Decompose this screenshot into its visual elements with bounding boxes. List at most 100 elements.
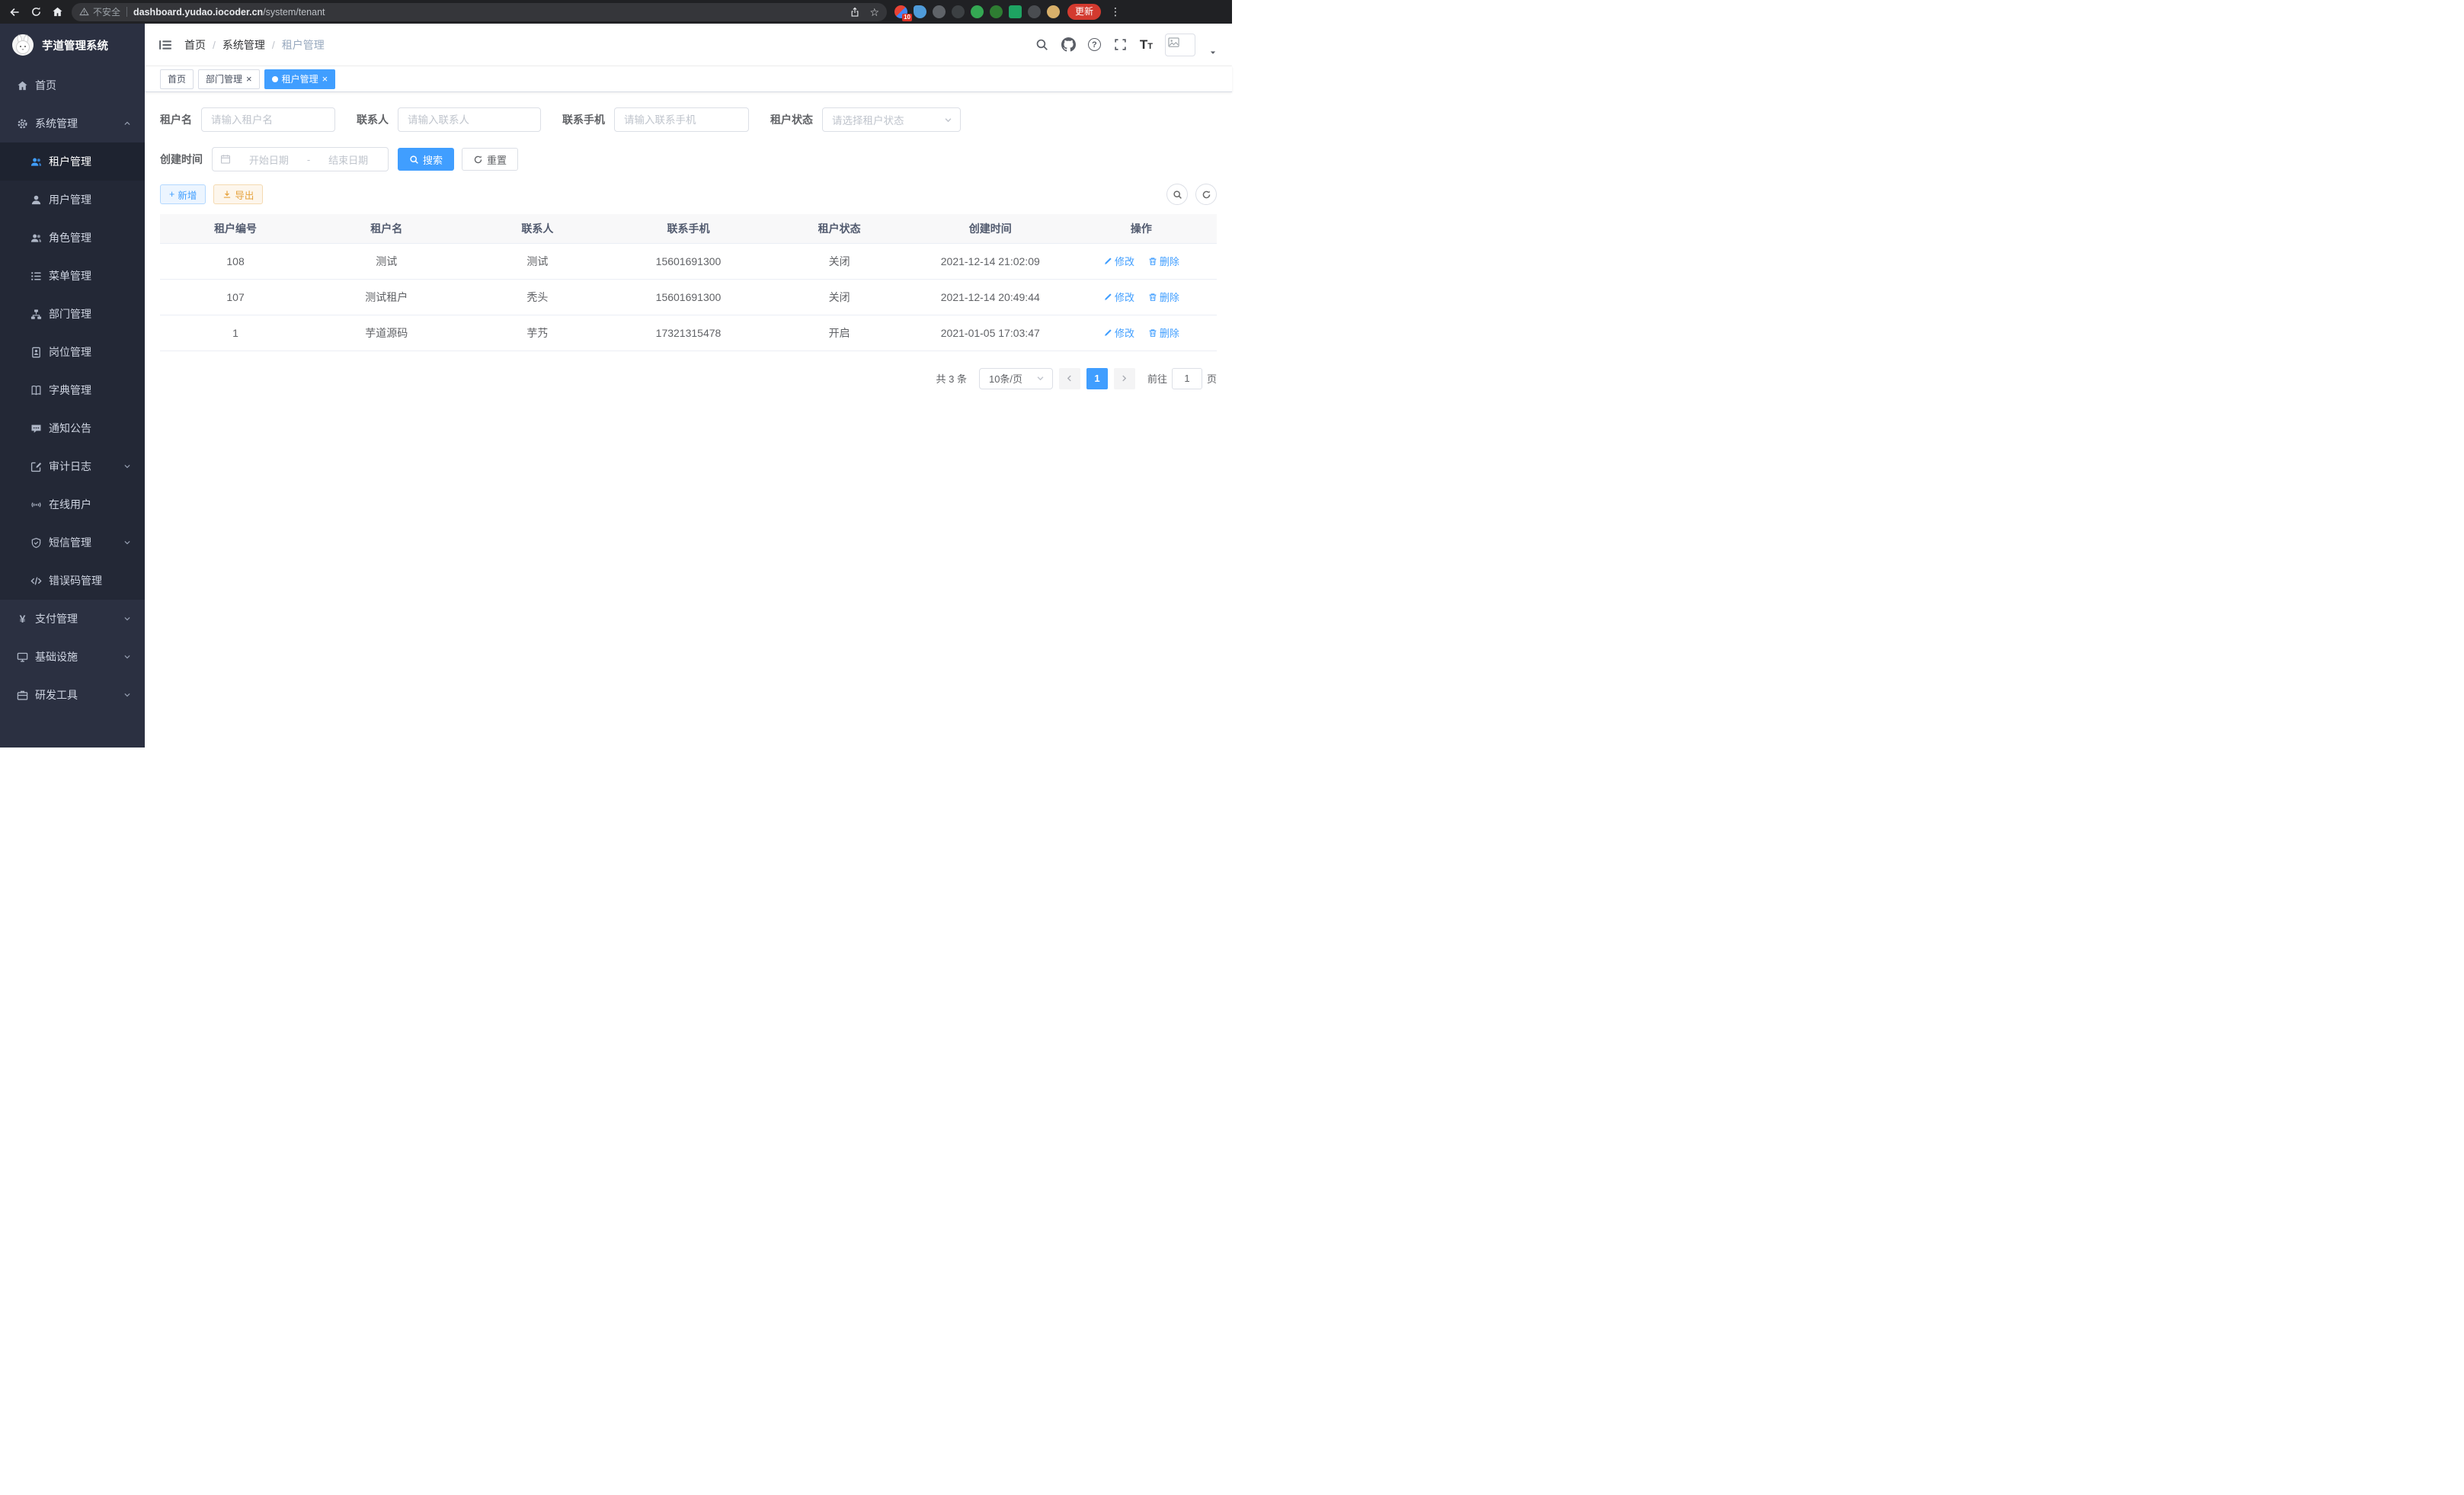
edit-link[interactable]: 修改 — [1103, 290, 1134, 304]
extension-icon-4[interactable] — [952, 5, 965, 18]
status-select[interactable]: 请选择租户状态 — [822, 107, 961, 132]
font-size-icon[interactable]: TT — [1140, 37, 1153, 53]
refresh-icon — [473, 155, 483, 165]
sidebar-item-sms[interactable]: 短信管理 — [0, 523, 145, 562]
sidebar-item-audit-log[interactable]: 审计日志 — [0, 447, 145, 485]
sidebar-item-infrastructure[interactable]: 基础设施 — [0, 638, 145, 676]
tenant-name-input[interactable] — [201, 107, 335, 132]
edit-link[interactable]: 修改 — [1103, 254, 1134, 268]
code-icon — [30, 575, 42, 587]
cell-contact: 秃头 — [462, 279, 613, 315]
page-size-select[interactable]: 10条/页 — [979, 368, 1053, 389]
sidebar-item-label: 审计日志 — [49, 459, 91, 474]
caret-down-icon[interactable] — [1209, 49, 1217, 56]
reload-icon[interactable] — [29, 5, 43, 19]
sidebar-item-label: 字典管理 — [49, 383, 91, 398]
cell-actions: 修改 删除 — [1066, 243, 1217, 279]
browser-menu-icon[interactable]: ⋮ — [1109, 5, 1122, 18]
search-button[interactable]: 搜索 — [398, 148, 454, 171]
toggle-search-button[interactable] — [1166, 184, 1188, 205]
search-icon — [409, 155, 419, 165]
close-icon[interactable]: × — [322, 74, 328, 84]
extension-icon-1[interactable]: 10 — [894, 5, 907, 18]
date-range-picker[interactable]: 开始日期 - 结束日期 — [212, 147, 389, 171]
chevron-down-icon — [123, 653, 131, 661]
sidebar-item-menu[interactable]: 菜单管理 — [0, 257, 145, 295]
help-icon[interactable]: ? — [1088, 38, 1101, 51]
user-avatar[interactable] — [1165, 34, 1195, 56]
goto-page-input[interactable] — [1172, 368, 1202, 389]
sidebar-item-dept[interactable]: 部门管理 — [0, 295, 145, 333]
chevron-down-icon — [123, 463, 131, 470]
tab-home[interactable]: 首页 — [160, 69, 194, 89]
extension-icon-3[interactable] — [933, 5, 946, 18]
contact-input[interactable] — [398, 107, 541, 132]
sidebar-item-system[interactable]: 系统管理 — [0, 104, 145, 142]
sidebar-item-tenant[interactable]: 租户管理 — [0, 142, 145, 181]
sidebar-item-user[interactable]: 用户管理 — [0, 181, 145, 219]
sidebar-item-home[interactable]: 首页 — [0, 66, 145, 104]
sidebar-logo[interactable]: 芋道管理系统 — [0, 24, 145, 66]
sidebar-item-dict[interactable]: 字典管理 — [0, 371, 145, 409]
breadcrumb-section[interactable]: 系统管理 — [222, 37, 265, 53]
cell-created: 2021-12-14 21:02:09 — [915, 243, 1066, 279]
contact-label: 联系人 — [357, 112, 389, 127]
sidebar-item-dev-tools[interactable]: 研发工具 — [0, 676, 145, 714]
refresh-table-button[interactable] — [1195, 184, 1217, 205]
cell-id: 108 — [160, 243, 311, 279]
menu-list-icon — [30, 271, 42, 282]
prev-page-button[interactable] — [1059, 368, 1080, 389]
page-number-1[interactable]: 1 — [1086, 368, 1108, 389]
extension-badge: 10 — [902, 14, 912, 21]
cell-id: 107 — [160, 279, 311, 315]
share-icon[interactable] — [848, 5, 862, 19]
fullscreen-icon[interactable] — [1113, 37, 1128, 52]
trash-icon — [1148, 257, 1157, 266]
sidebar-item-online-users[interactable]: 在线用户 — [0, 485, 145, 523]
calendar-icon — [220, 154, 231, 165]
address-bar[interactable]: 不安全 dashboard.yudao.iocoder.cn/system/te… — [72, 3, 887, 21]
sidebar-collapse-icon[interactable] — [158, 38, 172, 52]
add-button[interactable]: + 新增 — [160, 184, 206, 204]
reset-button-label: 重置 — [487, 152, 507, 167]
edit-link[interactable]: 修改 — [1103, 325, 1134, 340]
sidebar-item-notice[interactable]: 通知公告 — [0, 409, 145, 447]
profile-avatar-icon[interactable] — [1047, 5, 1060, 18]
reset-button[interactable]: 重置 — [462, 148, 518, 171]
tab-dept[interactable]: 部门管理 × — [198, 69, 260, 89]
sidebar-item-error-code[interactable]: 错误码管理 — [0, 562, 145, 600]
next-page-button[interactable] — [1114, 368, 1135, 389]
extension-icon-6[interactable] — [990, 5, 1003, 18]
sidebar-item-role[interactable]: 角色管理 — [0, 219, 145, 257]
bookmark-star-icon[interactable]: ☆ — [869, 7, 879, 18]
home-icon[interactable] — [50, 5, 64, 19]
col-status: 租户状态 — [764, 214, 915, 243]
delete-link[interactable]: 删除 — [1148, 325, 1179, 340]
delete-link[interactable]: 删除 — [1148, 290, 1179, 304]
sidebar-item-label: 基础设施 — [35, 649, 78, 664]
back-icon[interactable] — [8, 5, 21, 19]
tab-tenant[interactable]: 租户管理 × — [264, 69, 336, 89]
export-button[interactable]: 导出 — [213, 184, 263, 204]
sidebar-item-payment[interactable]: ¥ 支付管理 — [0, 600, 145, 638]
chrome-update-button[interactable]: 更新 — [1067, 4, 1101, 20]
breadcrumb-home[interactable]: 首页 — [184, 37, 206, 53]
close-icon[interactable]: × — [246, 74, 252, 84]
extension-icon-2[interactable] — [914, 5, 926, 18]
monitor-icon — [17, 651, 28, 663]
table-header-row: 租户编号 租户名 联系人 联系手机 租户状态 创建时间 操作 — [160, 214, 1217, 243]
phone-label: 联系手机 — [562, 112, 605, 127]
search-icon[interactable] — [1035, 37, 1049, 52]
extension-icon-7[interactable] — [1009, 5, 1022, 18]
security-label: 不安全 — [93, 5, 120, 18]
github-icon[interactable] — [1061, 37, 1076, 52]
extension-icon-5[interactable] — [971, 5, 984, 18]
extensions-puzzle-icon[interactable] — [1028, 5, 1041, 18]
delete-link[interactable]: 删除 — [1148, 254, 1179, 268]
security-warning[interactable]: 不安全 — [79, 5, 120, 18]
phone-input[interactable] — [614, 107, 749, 132]
chevron-right-icon — [1120, 374, 1128, 383]
chevron-down-icon — [123, 539, 131, 546]
create-time-label: 创建时间 — [160, 152, 203, 167]
sidebar-item-post[interactable]: 岗位管理 — [0, 333, 145, 371]
